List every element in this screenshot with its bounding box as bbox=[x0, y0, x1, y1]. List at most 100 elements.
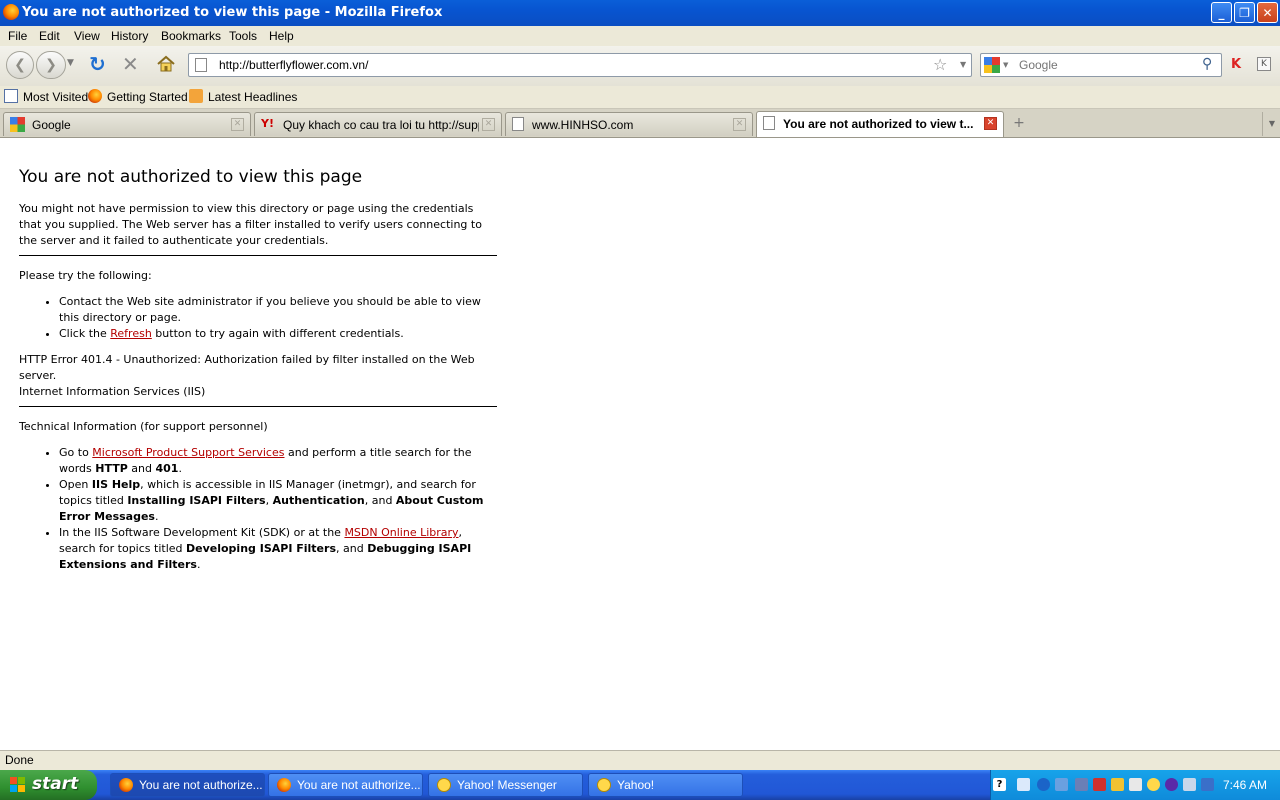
taskbar-label: Yahoo! bbox=[617, 778, 655, 792]
try-label: Please try the following: bbox=[19, 269, 152, 282]
list-text: In the IIS Software Development Kit (SDK… bbox=[59, 526, 345, 539]
list-item: Open IIS Help, which is accessible in II… bbox=[59, 477, 497, 525]
reload-icon[interactable]: ↻ bbox=[89, 53, 109, 75]
status-bar: Done bbox=[0, 750, 1280, 771]
bookmark-latest-headlines[interactable]: Latest Headlines bbox=[189, 89, 297, 104]
list-text: Go to bbox=[59, 446, 93, 459]
tab-label: You are not authorized to view t... bbox=[783, 117, 974, 131]
tab-hinhso[interactable]: www.HINHSO.com ✕ bbox=[505, 112, 753, 136]
security-alert-icon[interactable] bbox=[1111, 778, 1124, 791]
history-dropdown-icon[interactable]: ▼ bbox=[67, 58, 74, 68]
network-connection-icon[interactable] bbox=[1075, 778, 1088, 791]
bookmark-label: Latest Headlines bbox=[208, 90, 298, 104]
menu-help[interactable]: Help bbox=[269, 29, 294, 43]
url-bar[interactable]: ☆ ▼ bbox=[188, 53, 972, 77]
bookmarks-toolbar: Most Visited Getting Started Latest Head… bbox=[0, 86, 1280, 109]
help-icon[interactable]: ? bbox=[993, 778, 1006, 791]
list-text: Click the bbox=[59, 327, 111, 340]
tab-label: Quy khach co cau tra loi tu http://supp.… bbox=[283, 118, 479, 132]
taskbar-label: You are not authorize... bbox=[297, 778, 421, 792]
list-text: , and bbox=[364, 494, 396, 507]
yahoo-favicon-icon: Y! bbox=[261, 117, 274, 130]
bookmark-getting-started[interactable]: Getting Started bbox=[88, 89, 188, 104]
tab-label: Google bbox=[32, 118, 71, 132]
bookmark-label: Most Visited bbox=[23, 90, 89, 104]
tab-close-icon[interactable]: ✕ bbox=[231, 118, 244, 131]
home-icon[interactable] bbox=[156, 54, 176, 74]
rss-feed-icon bbox=[189, 89, 203, 103]
microsoft-support-link[interactable]: Microsoft Product Support Services bbox=[92, 446, 284, 459]
bookmark-label: Getting Started bbox=[107, 90, 188, 104]
display-icon[interactable] bbox=[1183, 778, 1196, 791]
menu-file[interactable]: File bbox=[8, 29, 27, 43]
url-input[interactable] bbox=[217, 57, 921, 73]
security-shield-icon[interactable] bbox=[1093, 778, 1106, 791]
menu-bar: File Edit View History Bookmarks Tools H… bbox=[0, 26, 1280, 46]
server-line: Internet Information Services (IIS) bbox=[19, 385, 206, 398]
forward-button[interactable]: ❯ bbox=[36, 51, 66, 79]
window-titlebar[interactable]: You are not authorized to view this page… bbox=[0, 0, 1280, 26]
tab-yahoo-answers[interactable]: Y! Quy khach co cau tra loi tu http://su… bbox=[254, 112, 502, 136]
addon-k-red-icon[interactable]: K bbox=[1231, 58, 1245, 72]
menu-bookmarks[interactable]: Bookmarks bbox=[161, 29, 221, 43]
engine-dropdown-icon[interactable]: ▼ bbox=[1003, 61, 1008, 69]
stop-icon[interactable]: ✕ bbox=[122, 53, 142, 75]
bluetooth-icon[interactable] bbox=[1165, 778, 1178, 791]
new-tab-icon[interactable]: + bbox=[1010, 115, 1028, 131]
search-bar[interactable]: ▼ ⚲ bbox=[980, 53, 1222, 77]
taskbar-item-yahoo-messenger[interactable]: Yahoo! Messenger bbox=[428, 773, 583, 797]
tab-close-icon[interactable]: ✕ bbox=[482, 118, 495, 131]
menu-view[interactable]: View bbox=[74, 29, 100, 43]
refresh-link[interactable]: Refresh bbox=[110, 327, 152, 340]
window-title: You are not authorized to view this page… bbox=[22, 5, 443, 20]
bookmark-most-visited[interactable]: Most Visited bbox=[4, 89, 88, 104]
windows-taskbar: start You are not authorize... You are n… bbox=[0, 770, 1280, 800]
list-text: Open bbox=[59, 478, 92, 491]
minimize-button[interactable]: _ bbox=[1211, 2, 1232, 23]
search-input[interactable] bbox=[1017, 57, 1201, 73]
tab-close-icon[interactable]: ✕ bbox=[984, 117, 997, 130]
taskbar-item-firefox-1[interactable]: You are not authorize... bbox=[110, 773, 265, 797]
bookmark-star-icon[interactable]: ☆ bbox=[933, 55, 947, 74]
start-button[interactable]: start bbox=[0, 770, 97, 800]
try-list: Contact the Web site administrator if yo… bbox=[19, 294, 497, 342]
msdn-library-link[interactable]: MSDN Online Library bbox=[344, 526, 458, 539]
start-label: start bbox=[32, 774, 79, 794]
tech-label: Technical Information (for support perso… bbox=[19, 420, 268, 433]
clock[interactable]: 7:46 AM bbox=[1223, 778, 1267, 792]
bold-text: HTTP bbox=[95, 462, 128, 475]
tab-google[interactable]: Google ✕ bbox=[3, 112, 251, 136]
list-text: . bbox=[178, 462, 182, 475]
menu-tools[interactable]: Tools bbox=[229, 29, 257, 43]
windows-logo-icon bbox=[10, 777, 26, 793]
tab-close-icon[interactable]: ✕ bbox=[733, 118, 746, 131]
firefox-icon bbox=[3, 4, 19, 20]
back-arrow-icon[interactable] bbox=[1037, 778, 1050, 791]
network-icon[interactable] bbox=[1017, 778, 1030, 791]
tab-active-error[interactable]: You are not authorized to view t... ✕ bbox=[756, 111, 1004, 137]
folder-icon bbox=[4, 89, 18, 103]
list-item: Click the Refresh button to try again wi… bbox=[59, 326, 497, 342]
close-window-button[interactable]: ✕ bbox=[1257, 2, 1278, 23]
yahoo-smiley-icon[interactable] bbox=[1147, 778, 1160, 791]
url-dropdown-icon[interactable]: ▼ bbox=[960, 60, 966, 69]
menu-edit[interactable]: Edit bbox=[39, 29, 60, 43]
system-tray: ? 7:46 AM bbox=[990, 770, 1280, 800]
tab-list-dropdown-icon[interactable]: ▼ bbox=[1262, 112, 1280, 136]
monitor-icon[interactable] bbox=[1201, 778, 1214, 791]
menu-history[interactable]: History bbox=[111, 29, 148, 43]
list-item: Contact the Web site administrator if yo… bbox=[59, 294, 497, 326]
firefox-icon bbox=[119, 778, 133, 792]
search-icon[interactable]: ⚲ bbox=[1202, 56, 1212, 72]
volume-icon[interactable] bbox=[1055, 778, 1068, 791]
back-button[interactable]: ❮ bbox=[6, 51, 34, 79]
divider bbox=[19, 406, 497, 407]
google-engine-icon[interactable] bbox=[984, 57, 1000, 73]
taskbar-item-firefox-2[interactable]: You are not authorize... bbox=[268, 773, 423, 797]
taskbar-label: Yahoo! Messenger bbox=[457, 778, 557, 792]
restore-button[interactable]: ❐ bbox=[1234, 2, 1255, 23]
addon-k-icon[interactable]: K bbox=[1257, 57, 1271, 71]
tools-icon[interactable] bbox=[1129, 778, 1142, 791]
taskbar-item-yahoo[interactable]: Yahoo! bbox=[588, 773, 743, 797]
firefox-icon bbox=[277, 778, 291, 792]
